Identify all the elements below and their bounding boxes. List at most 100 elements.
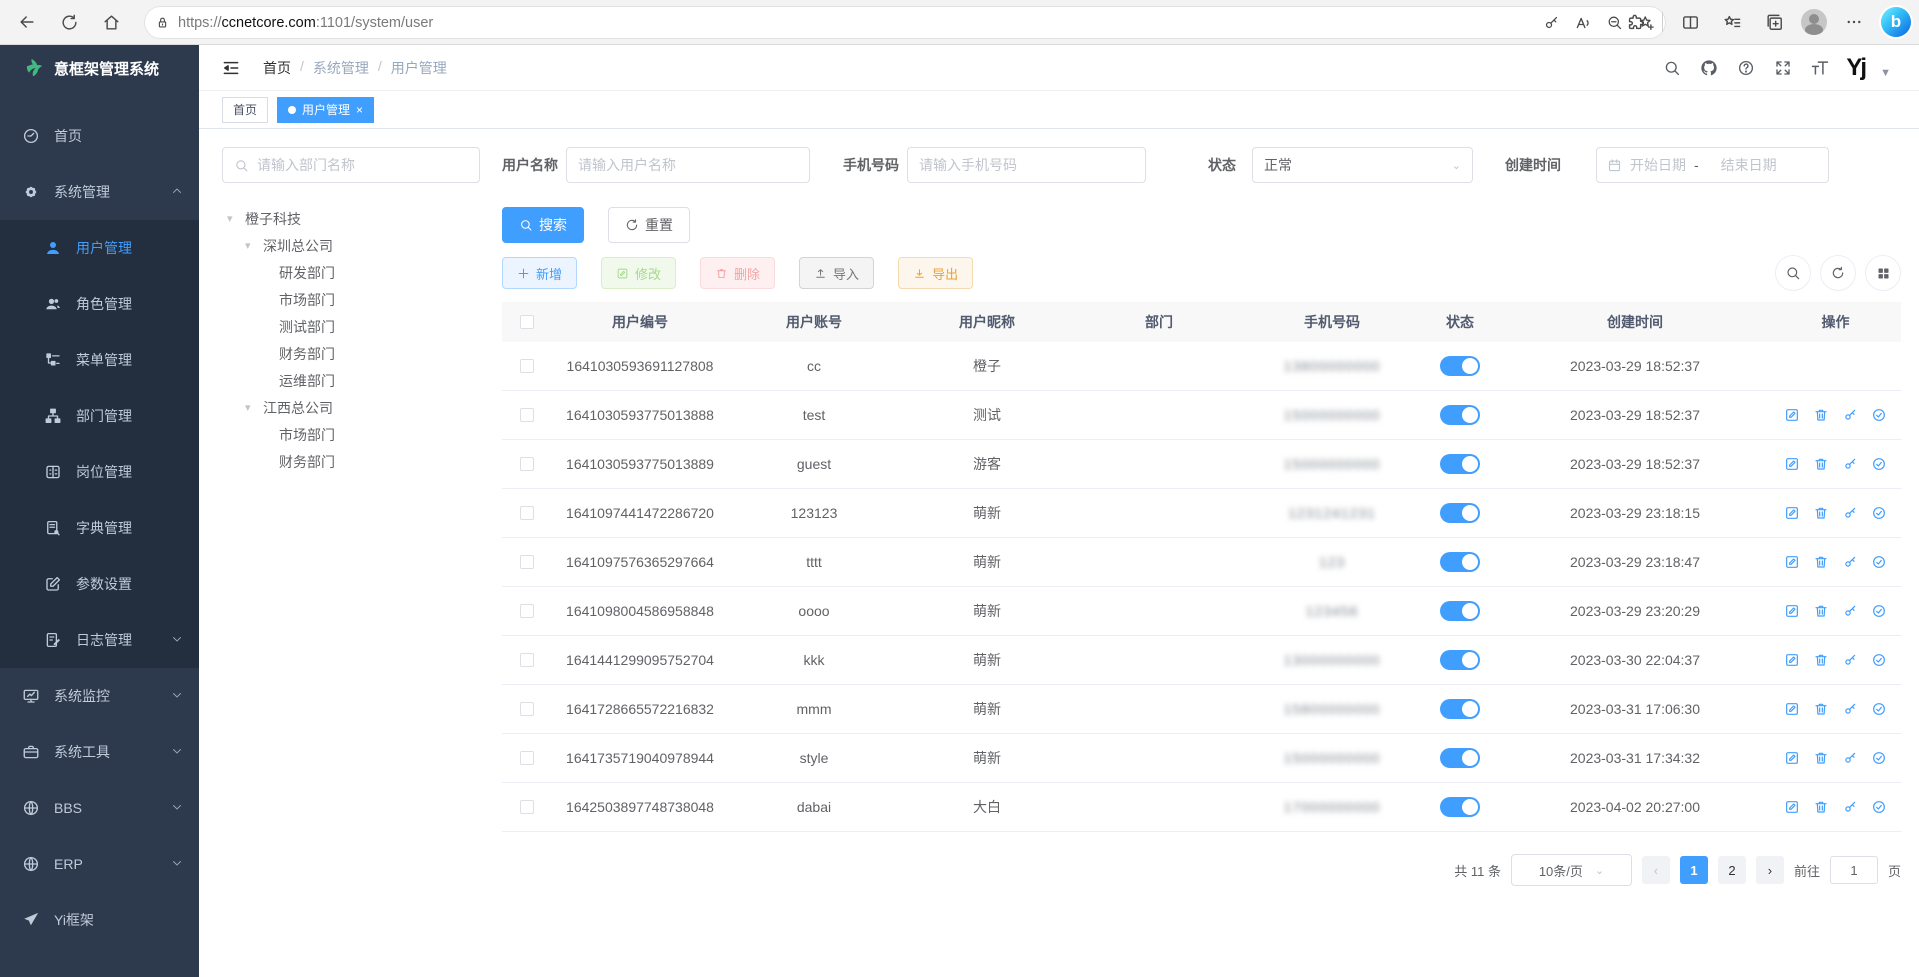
username-input[interactable] [578,157,798,173]
sidebar-item-monitor[interactable]: 系统监控 [0,668,199,724]
reset-password-icon[interactable] [1842,750,1858,766]
tree-node[interactable]: ▾ 财务部门 [222,448,480,475]
reset-button[interactable]: 重置 [608,207,690,243]
profile-avatar[interactable] [1801,9,1827,35]
sidebar-item-users[interactable]: 用户管理 [0,220,199,276]
delete-button[interactable]: 删除 [700,257,775,289]
sidebar-fold-icon[interactable] [221,58,241,78]
row-checkbox[interactable] [520,359,534,373]
url-bar[interactable]: https://ccnetcore.com:1101/system/user [145,7,1665,38]
delete-icon[interactable] [1813,505,1829,521]
tree-node[interactable]: ▾ 深圳总公司 [222,232,480,259]
assign-role-icon[interactable] [1871,750,1887,766]
sidebar-item-tools[interactable]: 系统工具 [0,724,199,780]
row-checkbox[interactable] [520,506,534,520]
status-toggle[interactable] [1440,699,1480,719]
read-aloud-icon[interactable] [1574,14,1592,32]
export-button[interactable]: 导出 [898,257,973,289]
edit-icon[interactable] [1784,407,1800,423]
assign-role-icon[interactable] [1871,505,1887,521]
sidebar-item-home[interactable]: 首页 [0,108,199,164]
bing-chat-icon[interactable]: b [1881,7,1911,37]
assign-role-icon[interactable] [1871,701,1887,717]
tab-close-icon[interactable]: × [356,103,363,117]
column-settings-icon[interactable] [1865,255,1901,291]
assign-role-icon[interactable] [1871,799,1887,815]
delete-icon[interactable] [1813,456,1829,472]
tree-node[interactable]: ▾ 江西总公司 [222,394,480,421]
page-1-button[interactable]: 1 [1680,856,1708,884]
help-icon[interactable] [1735,57,1757,79]
status-toggle[interactable] [1440,601,1480,621]
tree-node[interactable]: ▾ 市场部门 [222,421,480,448]
refresh-icon[interactable] [54,7,84,37]
edit-icon[interactable] [1784,456,1800,472]
user-caret-icon[interactable]: ▼ [1880,67,1891,79]
row-checkbox[interactable] [520,555,534,569]
tree-node[interactable]: ▾ 财务部门 [222,340,480,367]
row-checkbox[interactable] [520,653,534,667]
add-button[interactable]: 新增 [502,257,577,289]
caret-down-icon[interactable]: ▾ [227,212,245,225]
sidebar-item-parameters[interactable]: 参数设置 [0,556,199,612]
tab-user-management[interactable]: 用户管理 × [277,97,374,123]
sidebar-item-logs[interactable]: 日志管理 [0,612,199,668]
sidebar-item-menus[interactable]: 菜单管理 [0,332,199,388]
row-checkbox[interactable] [520,800,534,814]
delete-icon[interactable] [1813,407,1829,423]
row-checkbox[interactable] [520,702,534,716]
assign-role-icon[interactable] [1871,407,1887,423]
table-refresh-icon[interactable] [1820,255,1856,291]
row-checkbox[interactable] [520,604,534,618]
prev-page-button[interactable]: ‹ [1642,856,1670,884]
split-screen-icon[interactable] [1675,7,1705,37]
favorites-icon[interactable] [1717,7,1747,37]
more-menu-icon[interactable] [1839,7,1869,37]
tree-node[interactable]: ▾ 运维部门 [222,367,480,394]
reset-password-icon[interactable] [1842,603,1858,619]
edit-button[interactable]: 修改 [601,257,676,289]
date-range-picker[interactable]: 开始日期 - 结束日期 [1596,147,1829,183]
edit-icon[interactable] [1784,554,1800,570]
delete-icon[interactable] [1813,701,1829,717]
breadcrumb-home[interactable]: 首页 [263,58,291,78]
reset-password-icon[interactable] [1842,407,1858,423]
sidebar-item-erp[interactable]: ERP [0,836,199,892]
import-button[interactable]: 导入 [799,257,874,289]
tree-node[interactable]: ▾ 市场部门 [222,286,480,313]
assign-role-icon[interactable] [1871,456,1887,472]
reset-password-icon[interactable] [1842,799,1858,815]
row-checkbox[interactable] [520,457,534,471]
sidebar-item-yi-framework[interactable]: Yi框架 [0,892,199,948]
select-all-checkbox[interactable] [520,315,534,329]
edit-icon[interactable] [1784,799,1800,815]
dept-search-input[interactable] [257,157,468,173]
caret-down-icon[interactable]: ▾ [245,401,263,414]
status-toggle[interactable] [1440,552,1480,572]
edit-icon[interactable] [1784,652,1800,668]
goto-page-input[interactable] [1830,856,1878,884]
user-logo[interactable]: Yj [1846,54,1865,82]
edit-icon[interactable] [1784,505,1800,521]
sidebar-item-roles[interactable]: 角色管理 [0,276,199,332]
assign-role-icon[interactable] [1871,554,1887,570]
status-toggle[interactable] [1440,748,1480,768]
status-toggle[interactable] [1440,356,1480,376]
font-size-icon[interactable] [1809,57,1831,79]
phone-input[interactable] [919,157,1134,173]
sidebar-item-departments[interactable]: 部门管理 [0,388,199,444]
reset-password-icon[interactable] [1842,652,1858,668]
tree-node[interactable]: ▾ 研发部门 [222,259,480,286]
delete-icon[interactable] [1813,652,1829,668]
assign-role-icon[interactable] [1871,603,1887,619]
status-toggle[interactable] [1440,503,1480,523]
sidebar-item-posts[interactable]: 岗位管理 [0,444,199,500]
status-toggle[interactable] [1440,405,1480,425]
delete-icon[interactable] [1813,799,1829,815]
sidebar-item-system[interactable]: 系统管理 [0,164,199,220]
tree-node[interactable]: ▾ 橙子科技 [222,205,480,232]
page-size-select[interactable]: 10条/页 ⌄ [1511,854,1632,886]
sidebar-item-dictionary[interactable]: 字典管理 [0,500,199,556]
reset-password-icon[interactable] [1842,554,1858,570]
delete-icon[interactable] [1813,750,1829,766]
